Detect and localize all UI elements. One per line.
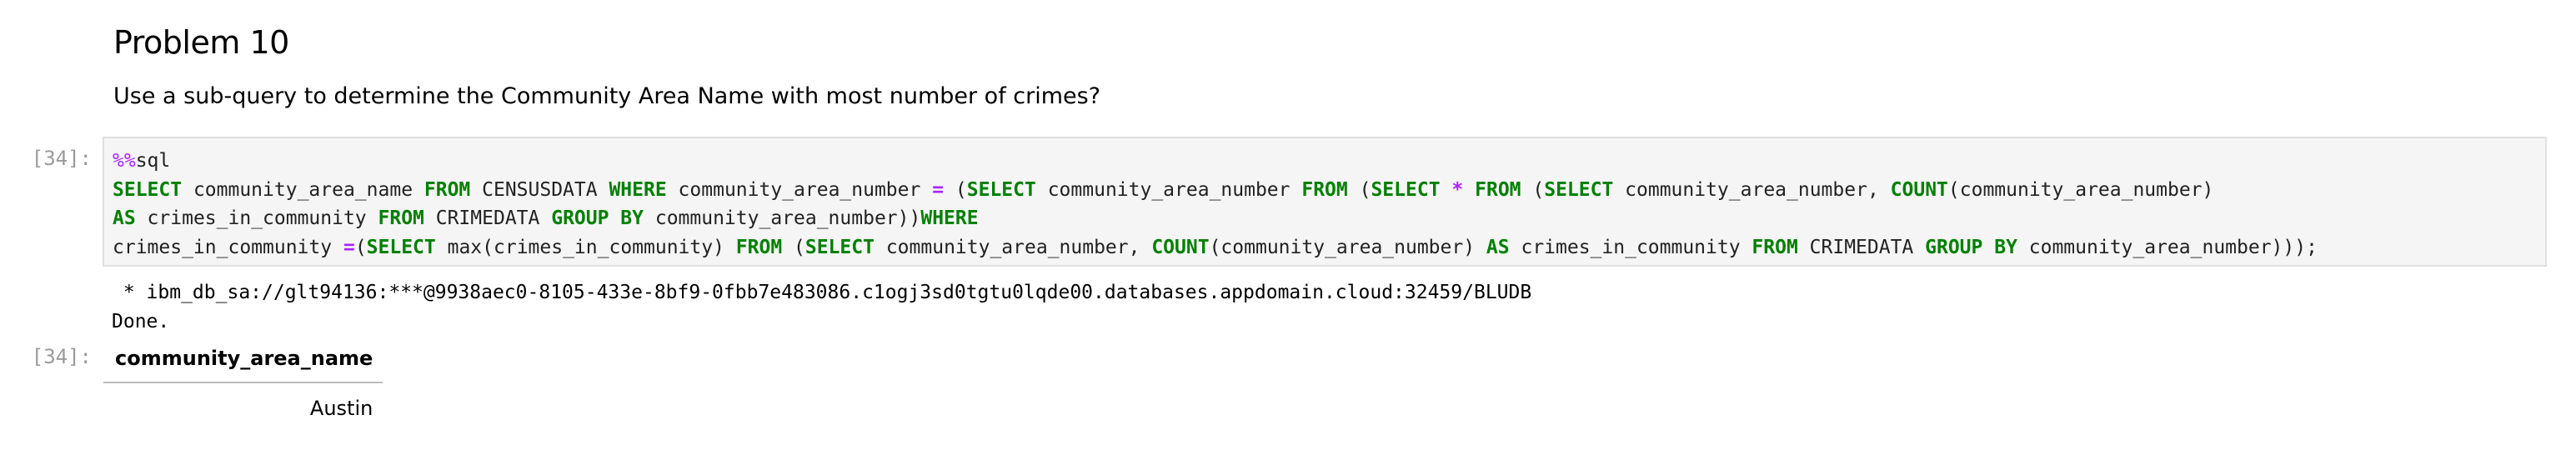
sql-keyword: AS xyxy=(113,208,136,229)
sql-operator: * xyxy=(1451,178,1464,201)
sql-keyword: FROM xyxy=(1475,178,1521,201)
sql-keyword: SELECT xyxy=(804,236,875,258)
code-text: CRIMEDATA xyxy=(423,208,552,229)
sql-keyword: WHERE xyxy=(609,178,667,201)
result-row: Austin xyxy=(103,382,383,427)
sql-keyword: WHERE xyxy=(920,208,979,229)
sql-keyword: GROUP BY xyxy=(551,208,644,229)
code-text: crimes_in_community xyxy=(1509,236,1752,258)
column-header-community-area-name: community_area_name xyxy=(103,340,383,383)
code-text: ( xyxy=(354,236,367,258)
sql-operator: = xyxy=(343,236,355,258)
code-line: crimes_in_community =(SELECT max(crimes_… xyxy=(113,233,2318,262)
sql-keyword: AS xyxy=(1486,236,1510,258)
sql-operator: %% xyxy=(113,150,136,172)
sql-keyword: FROM xyxy=(1301,178,1348,201)
sql-keyword: SELECT xyxy=(966,178,1036,201)
code-cell-editor[interactable]: %%sql SELECT community_area_name FROM CEN… xyxy=(103,137,2547,267)
code-text: ( xyxy=(1521,178,1545,201)
sql-keyword: COUNT xyxy=(1890,178,1948,201)
result-table: community_area_name Austin xyxy=(103,340,383,427)
sql-operator: = xyxy=(932,178,945,201)
cell-stdout: * ibm_db_sa://glt94136:***@9938aec0-8105… xyxy=(112,282,1532,332)
sql-keyword: FROM xyxy=(378,208,424,229)
result-body: Austin xyxy=(103,382,383,427)
sql-keyword: SELECT xyxy=(113,178,183,201)
code-text: (community_area_number) xyxy=(1209,236,1486,258)
code-text: community_area_number))); xyxy=(2017,236,2318,258)
code-text: community_area_number xyxy=(666,178,933,201)
code-text: ( xyxy=(1347,178,1371,201)
sql-keyword: GROUP BY xyxy=(1925,236,2017,258)
code-text: ( xyxy=(944,178,967,201)
code-text: community_area_number)) xyxy=(644,208,921,229)
code-text: max(crimes_in_community) xyxy=(435,236,736,258)
result-header-row: community_area_name xyxy=(103,340,383,383)
sql-code[interactable]: %%sql SELECT community_area_name FROM CEN… xyxy=(113,147,2318,262)
problem-heading: Problem 10 xyxy=(113,24,289,61)
sql-keyword: FROM xyxy=(735,236,783,258)
code-text: sql xyxy=(135,150,171,172)
code-line: SELECT community_area_name FROM CENSUSDA… xyxy=(113,176,2318,205)
input-prompt: [34]: xyxy=(31,147,92,170)
sql-keyword: SELECT xyxy=(1544,178,1614,201)
code-text: crimes_in_community xyxy=(113,236,343,258)
code-line: AS crimes_in_community FROM CRIMEDATA GR… xyxy=(113,204,2318,233)
result-cell: Austin xyxy=(309,397,373,420)
sql-keyword: COUNT xyxy=(1151,236,1210,258)
code-text: crimes_in_community xyxy=(135,208,378,229)
code-text: (community_area_number) xyxy=(1947,178,2214,201)
sql-keyword: SELECT xyxy=(1371,178,1441,201)
code-text: community_area_number, xyxy=(1613,178,1891,201)
code-text: community_area_number xyxy=(1035,178,1302,201)
sql-keyword: FROM xyxy=(1752,236,1798,258)
code-text: ( xyxy=(782,236,805,258)
code-text: community_area_number, xyxy=(874,236,1152,258)
sql-keyword: FROM xyxy=(423,178,471,201)
code-text: community_area_name xyxy=(182,178,424,201)
sql-keyword: SELECT xyxy=(366,236,436,258)
code-text: CENSUSDATA xyxy=(470,178,609,201)
code-line: %%sql xyxy=(113,147,2318,176)
code-text: CRIMEDATA xyxy=(1797,236,1926,258)
problem-question: Use a sub-query to determine the Communi… xyxy=(113,83,1101,109)
output-prompt: [34]: xyxy=(31,345,92,368)
